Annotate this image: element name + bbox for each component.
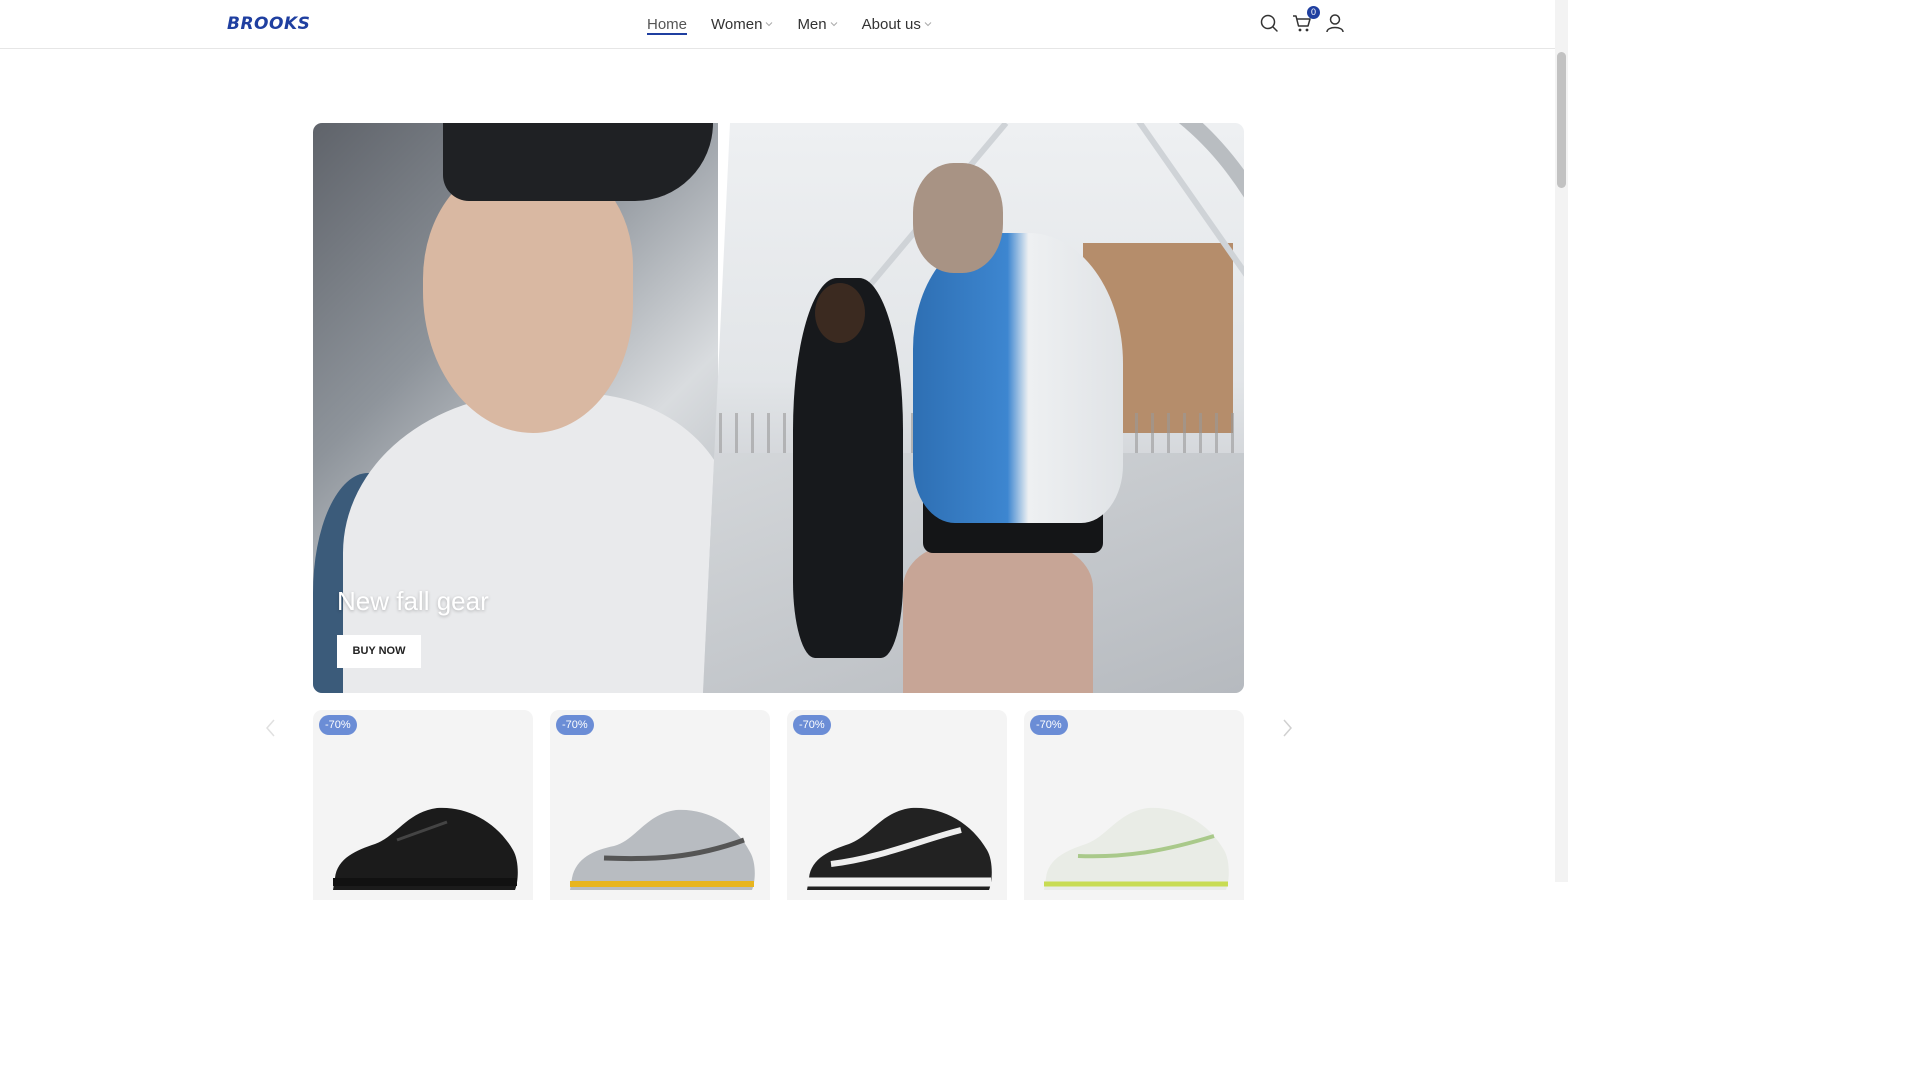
product-card[interactable]: -70% — [1024, 710, 1244, 900]
sale-badge: -70% — [319, 715, 357, 735]
shoe-image — [333, 807, 518, 890]
brand-logo[interactable]: BROOKS — [227, 14, 310, 34]
search-button[interactable] — [1258, 12, 1280, 34]
cart-button[interactable]: 0 — [1291, 6, 1320, 34]
product-card[interactable]: -70% — [550, 710, 770, 900]
carousel-next-arrow[interactable] — [1278, 716, 1296, 740]
page-scrollbar[interactable] — [1555, 0, 1568, 882]
chevron-down-icon — [766, 22, 773, 27]
hero-image-right — [703, 123, 1244, 693]
cart-count-badge: 0 — [1307, 6, 1320, 19]
product-card[interactable]: -70% — [313, 710, 533, 900]
carousel-prev-arrow[interactable] — [262, 716, 280, 740]
main-nav: Home Women Men About us — [647, 0, 956, 48]
nav-men-label: Men — [797, 15, 827, 33]
chevron-down-icon — [924, 22, 932, 27]
hero-title: New fall gear — [337, 586, 489, 616]
search-icon — [1260, 14, 1278, 32]
nav-men[interactable]: Men — [797, 0, 837, 48]
user-icon — [1326, 14, 1344, 33]
scrollbar-thumb[interactable] — [1557, 52, 1566, 188]
shoe-image — [1044, 807, 1229, 890]
sale-badge: -70% — [1030, 715, 1068, 735]
sale-badge: -70% — [793, 715, 831, 735]
shoe-image — [807, 807, 992, 890]
site-header: BROOKS Home Women Men About us 0 — [0, 0, 1555, 49]
nav-women-label: Women — [711, 15, 763, 33]
account-button[interactable] — [1324, 12, 1346, 34]
nav-home-label: Home — [647, 15, 688, 33]
sale-badge: -70% — [556, 715, 594, 735]
shoe-image — [570, 809, 755, 890]
nav-women[interactable]: Women — [711, 0, 773, 48]
chevron-down-icon — [830, 22, 837, 27]
nav-about-label: About us — [861, 15, 921, 33]
hero-banner: New fall gear BUY NOW — [313, 123, 1244, 693]
header-tools: 0 — [1258, 6, 1357, 34]
buy-now-button[interactable]: BUY NOW — [337, 635, 421, 668]
nav-about-us[interactable]: About us — [862, 0, 932, 48]
nav-home[interactable]: Home — [647, 0, 688, 48]
product-card[interactable]: -70% — [787, 710, 1007, 900]
